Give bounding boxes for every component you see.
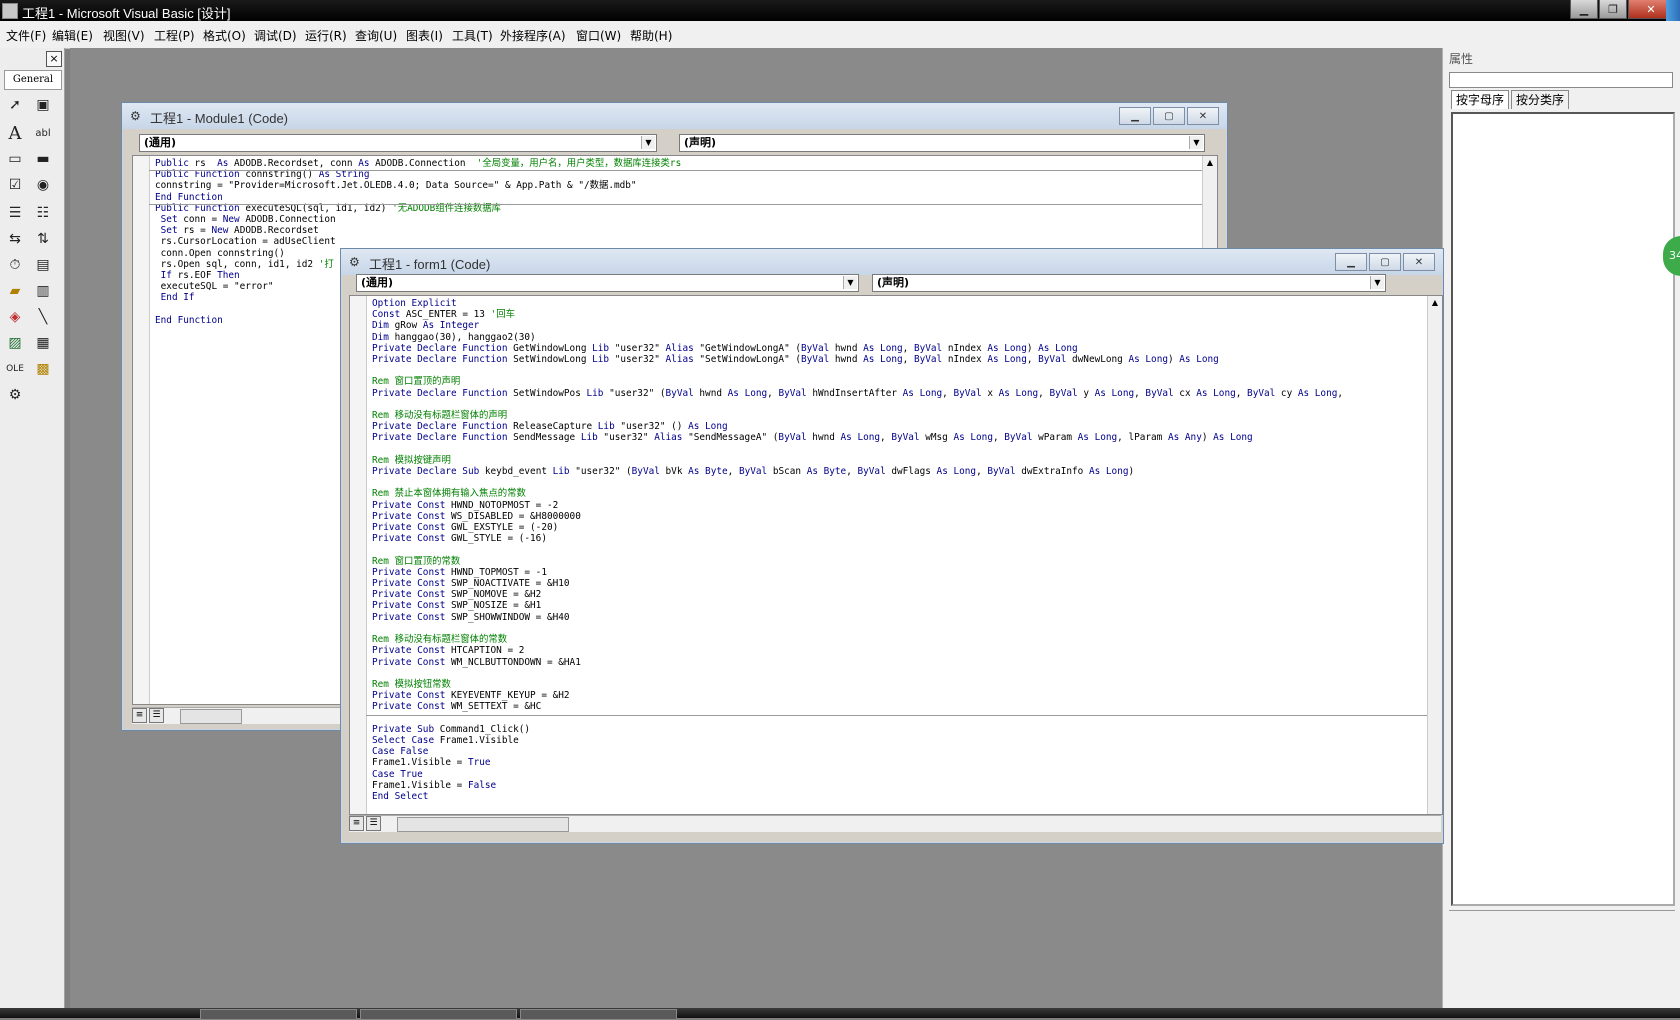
- frame-icon[interactable]: ▭: [4, 148, 26, 170]
- form1-title: 工程1 - form1 (Code): [369, 257, 491, 272]
- menu-edit[interactable]: 编辑(E): [52, 27, 93, 44]
- form1-object-combo[interactable]: (通用) ▼: [356, 274, 859, 292]
- properties-description: [1449, 910, 1675, 1001]
- tab-alphabetic[interactable]: 按字母序: [1451, 90, 1510, 109]
- form1-hscroll-thumb[interactable]: [397, 817, 569, 832]
- minimize-button[interactable]: ▁: [1570, 0, 1598, 19]
- module1-close-button[interactable]: ✕: [1187, 107, 1219, 125]
- taskbar: [0, 1008, 1680, 1020]
- form1-vertical-scrollbar[interactable]: ▲: [1427, 296, 1442, 814]
- properties-title: 属性: [1449, 52, 1474, 66]
- module1-maximize-button[interactable]: ▢: [1153, 107, 1185, 125]
- line-icon[interactable]: ╲: [32, 306, 54, 328]
- full-module-view-icon[interactable]: ☰: [149, 708, 164, 723]
- properties-panel: 属性 按字母序 按分类序: [1442, 48, 1680, 1008]
- form1-proc-combo[interactable]: (声明) ▼: [872, 274, 1386, 292]
- scroll-up-icon[interactable]: ▲: [1203, 156, 1217, 170]
- menu-bar: 文件(F) 编辑(E) 视图(V) 工程(P) 格式(O) 调试(D) 运行(R…: [0, 21, 1680, 49]
- vscrollbar-icon[interactable]: ⇅: [32, 228, 54, 250]
- module1-hscroll-thumb[interactable]: [180, 709, 242, 724]
- module1-proc-combo-value: (声明): [684, 136, 717, 149]
- menu-project[interactable]: 工程(P): [154, 27, 195, 44]
- taskbar-button[interactable]: [520, 1009, 677, 1020]
- form1-code-text: Option Explicit Const ASC_ENTER = 13 '回车…: [372, 298, 1344, 802]
- tab-categorized[interactable]: 按分类序: [1511, 90, 1570, 109]
- module1-object-combo-value: (通用): [144, 136, 177, 149]
- menu-diagram[interactable]: 图表(I): [406, 27, 443, 44]
- properties-grid[interactable]: [1451, 112, 1675, 906]
- module1-minimize-button[interactable]: ▁: [1119, 107, 1151, 125]
- procedure-separator: [149, 204, 1203, 205]
- ole-icon[interactable]: OLE: [4, 358, 26, 380]
- module1-title: 工程1 - Module1 (Code): [150, 111, 288, 126]
- procedure-separator: [149, 170, 1203, 171]
- hscrollbar-icon[interactable]: ⇆: [4, 228, 26, 250]
- filelistbox-icon[interactable]: ▥: [32, 280, 54, 302]
- properties-object-combo[interactable]: [1449, 72, 1673, 88]
- procedure-view-icon[interactable]: ≡: [349, 816, 364, 831]
- form1-titlebar[interactable]: ⚙ 工程1 - form1 (Code) ▁ ▢ ✕: [341, 249, 1443, 275]
- menu-help[interactable]: 帮助(H): [630, 27, 672, 44]
- code-window-icon: ⚙: [349, 255, 360, 269]
- form1-code-editor[interactable]: Option Explicit Const ASC_ENTER = 13 '回车…: [349, 295, 1443, 815]
- full-module-view-icon[interactable]: ☰: [366, 816, 381, 831]
- chevron-down-icon[interactable]: ▼: [843, 276, 857, 289]
- form1-maximize-button[interactable]: ▢: [1369, 253, 1401, 271]
- app-icon: [2, 3, 18, 19]
- custom-control-icon[interactable]: ⚙: [4, 384, 26, 406]
- margin-indicator-bar: [133, 156, 150, 704]
- menu-query[interactable]: 查询(U): [355, 27, 397, 44]
- shape-icon[interactable]: ◈: [4, 306, 26, 328]
- drivelistbox-icon[interactable]: ▤: [32, 254, 54, 276]
- taskbar-button[interactable]: [200, 1009, 357, 1020]
- window-title: 工程1 - Microsoft Visual Basic [设计]: [22, 6, 231, 21]
- chevron-down-icon[interactable]: ▼: [1189, 136, 1203, 149]
- taskbar-button[interactable]: [360, 1009, 517, 1020]
- menu-view[interactable]: 视图(V): [103, 27, 145, 44]
- checkbox-icon[interactable]: ☑: [4, 174, 26, 196]
- menu-debug[interactable]: 调试(D): [254, 27, 297, 44]
- menu-run[interactable]: 运行(R): [305, 27, 347, 44]
- module1-proc-combo[interactable]: (声明) ▼: [679, 134, 1205, 152]
- form1-object-combo-value: (通用): [361, 276, 394, 289]
- form1-close-button[interactable]: ✕: [1403, 253, 1435, 271]
- form1-code-window: ⚙ 工程1 - form1 (Code) ▁ ▢ ✕ (通用) ▼ (声明) ▼…: [340, 248, 1444, 844]
- margin-indicator-bar: [350, 296, 367, 814]
- form1-horizontal-scrollbar[interactable]: ≡ ☰: [349, 815, 1441, 832]
- label-icon[interactable]: A: [4, 122, 26, 144]
- chevron-down-icon[interactable]: ▼: [1370, 276, 1384, 289]
- procedure-separator: [366, 715, 1428, 716]
- adodc-icon[interactable]: ▩: [32, 358, 54, 380]
- scroll-up-icon[interactable]: ▲: [1428, 296, 1442, 310]
- combobox-icon[interactable]: ☰: [4, 202, 26, 224]
- optionbutton-icon[interactable]: ◉: [32, 174, 54, 196]
- toolbox: × General ➚ ▣ A abl ▭ ▬ ☑ ◉ ☰ ☷ ⇆ ⇅ ⏱ ▤ …: [0, 48, 65, 1008]
- form1-minimize-button[interactable]: ▁: [1335, 253, 1367, 271]
- data-icon[interactable]: ▦: [32, 332, 54, 354]
- timer-icon[interactable]: ⏱: [4, 254, 26, 276]
- toolbox-close-icon[interactable]: ×: [46, 51, 62, 67]
- title-bar: 工程1 - Microsoft Visual Basic [设计] ▁ ❐ ✕: [0, 0, 1680, 21]
- commandbutton-icon[interactable]: ▬: [32, 148, 54, 170]
- menu-file[interactable]: 文件(F): [6, 27, 46, 44]
- menu-format[interactable]: 格式(O): [203, 27, 246, 44]
- procedure-view-icon[interactable]: ≡: [132, 708, 147, 723]
- chevron-down-icon[interactable]: ▼: [641, 136, 655, 149]
- module1-object-combo[interactable]: (通用) ▼: [139, 134, 657, 152]
- restore-button[interactable]: ❐: [1599, 0, 1627, 19]
- code-window-icon: ⚙: [130, 109, 141, 123]
- menu-addins[interactable]: 外接程序(A): [500, 27, 566, 44]
- listbox-icon[interactable]: ☷: [32, 202, 54, 224]
- picturebox-icon[interactable]: ▣: [32, 94, 54, 116]
- dirlistbox-icon[interactable]: ▰: [4, 280, 26, 302]
- form1-proc-combo-value: (声明): [877, 276, 910, 289]
- pointer-icon[interactable]: ➚: [4, 94, 26, 116]
- menu-tools[interactable]: 工具(T): [452, 27, 493, 44]
- menu-window[interactable]: 窗口(W): [576, 27, 621, 44]
- textbox-icon[interactable]: abl: [32, 122, 54, 144]
- module1-titlebar[interactable]: ⚙ 工程1 - Module1 (Code) ▁ ▢ ✕: [122, 103, 1227, 129]
- toolbox-tab-general[interactable]: General: [4, 70, 62, 90]
- image-icon[interactable]: ▨: [4, 332, 26, 354]
